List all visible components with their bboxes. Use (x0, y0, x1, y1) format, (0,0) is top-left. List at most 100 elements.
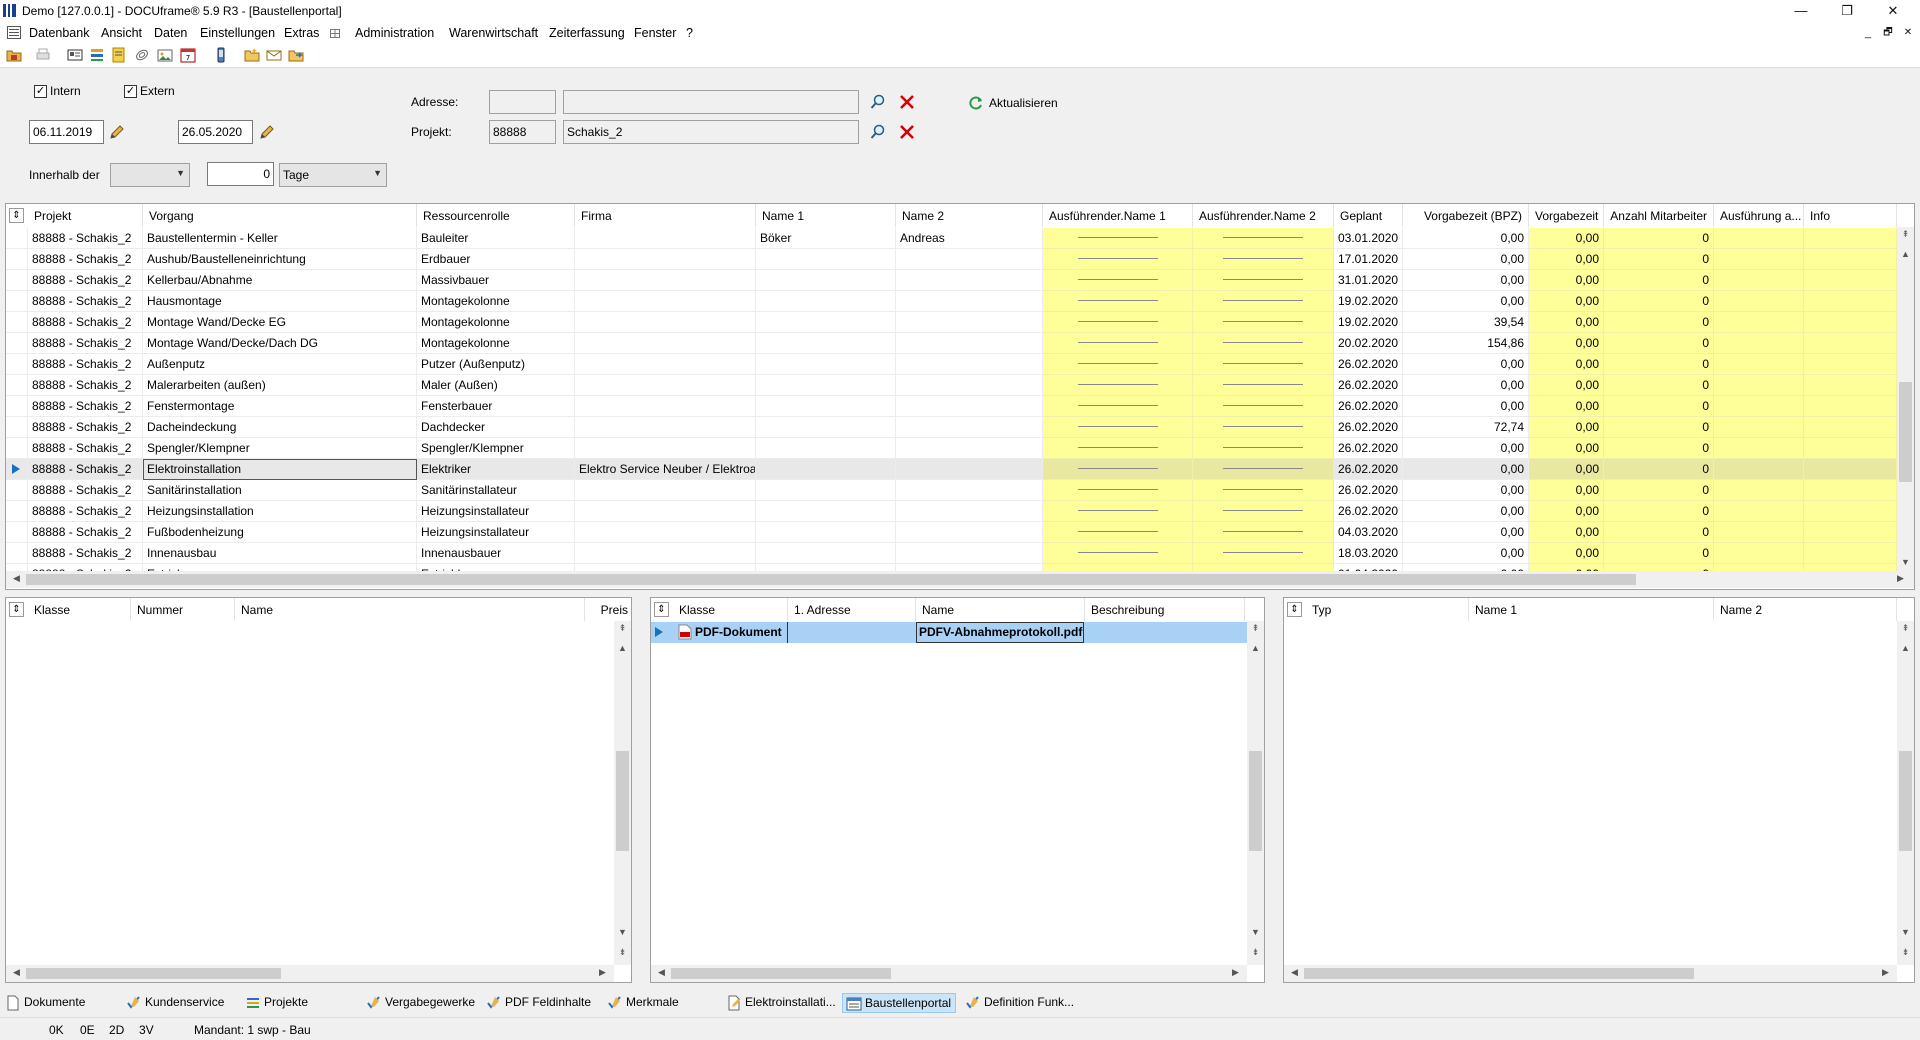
column-header-name[interactable]: Name (916, 598, 1085, 621)
column-header-vorgabe[interactable]: Vorgabezeit (1529, 204, 1604, 227)
print-icon[interactable] (35, 47, 51, 63)
row-indicator[interactable] (6, 354, 28, 375)
tab-merkmale[interactable]: Merkmale (604, 993, 683, 1013)
inner-restore-button[interactable]: 🗗 (1878, 22, 1898, 44)
row-indicator[interactable] (6, 270, 28, 291)
row-indicator[interactable] (6, 396, 28, 417)
delete-icon[interactable] (898, 93, 916, 111)
column-header-bpz[interactable]: Vorgabezeit (BPZ) (1403, 204, 1529, 227)
tab-definition-funk[interactable]: Definition Funk... (962, 993, 1078, 1013)
menu-daten[interactable]: Daten (154, 26, 187, 40)
tab-projekte[interactable]: Projekte (242, 993, 312, 1013)
column-header-beschreibung[interactable]: Beschreibung (1085, 598, 1245, 621)
column-header-klasse[interactable]: Klasse (673, 598, 788, 621)
horizontal-scrollbar[interactable]: ◀ ▶ (1284, 965, 1897, 982)
menu-einstellungen[interactable]: Einstellungen (200, 26, 275, 40)
address-number-field[interactable] (489, 90, 556, 114)
table-row[interactable]: 88888 - Schakis_2 Aushub/Baustelleneinric… (6, 249, 1897, 270)
row-indicator[interactable] (6, 291, 28, 312)
row-indicator[interactable] (6, 522, 28, 543)
column-header-firma[interactable]: Firma (575, 204, 756, 227)
column-header-info[interactable]: Info (1804, 204, 1897, 227)
within-period-dropdown[interactable]: ▼ (110, 163, 190, 187)
address-name-field[interactable] (563, 90, 859, 114)
horizontal-scrollbar[interactable]: ◀ ▶ (651, 965, 1247, 982)
date-from-field[interactable]: 06.11.2019 (29, 120, 104, 144)
row-indicator[interactable] (6, 417, 28, 438)
tab-dokumente[interactable]: Dokumente (2, 993, 89, 1013)
tab-baustellenportal[interactable]: Baustellenportal (842, 993, 957, 1013)
table-row[interactable]: PDF-Dokument PDFV-Abnahmeprotokoll.pdf (651, 622, 1247, 643)
minimize-button[interactable]: — (1778, 0, 1824, 22)
column-header-typ[interactable]: Typ (1306, 598, 1469, 621)
row-indicator[interactable] (6, 459, 28, 480)
row-indicator[interactable] (6, 543, 28, 564)
tab-kundenservice[interactable]: Kundenservice (123, 993, 228, 1013)
mail-icon[interactable] (266, 47, 282, 63)
within-unit-dropdown[interactable]: Tage ▼ (279, 163, 387, 187)
column-header-ausf1[interactable]: Ausführender.Name 1 (1043, 204, 1193, 227)
menu-grid-icon[interactable] (330, 29, 340, 38)
column-header-ausf2[interactable]: Ausführender.Name 2 (1193, 204, 1334, 227)
scroll-top-icon[interactable]: ⇞ (1897, 229, 1914, 240)
list-icon[interactable] (89, 47, 105, 63)
vertical-scrollbar[interactable]: ⇞ ▲ ▼ ⇟ (614, 621, 631, 965)
phone-icon[interactable] (213, 47, 229, 63)
scroll-down-icon[interactable]: ▼ (1897, 557, 1914, 567)
column-header-preis[interactable]: Preis (585, 598, 631, 621)
row-indicator[interactable] (6, 375, 28, 396)
tab-pdf-feldinhalte[interactable]: PDF Feldinhalte (483, 993, 595, 1013)
folder-open-icon[interactable] (6, 47, 22, 63)
within-value-field[interactable]: 0 (207, 162, 274, 186)
search-icon[interactable] (869, 123, 887, 141)
search-icon[interactable] (869, 93, 887, 111)
note-icon[interactable] (111, 47, 127, 63)
menu-warenwirtschaft[interactable]: Warenwirtschaft (449, 26, 538, 40)
column-header-name[interactable]: Name (235, 598, 585, 621)
table-row[interactable]: 88888 - Schakis_2 Fenstermontage Fensterba… (6, 396, 1897, 417)
menu-help[interactable]: ? (686, 26, 693, 40)
menu-ansicht[interactable]: Ansicht (101, 26, 142, 40)
menu-administration[interactable]: Administration (355, 26, 434, 40)
vertical-scrollbar[interactable]: ⇞ ▲ ▼ ⇟ (1247, 621, 1264, 965)
row-indicator[interactable] (6, 333, 28, 354)
pencil-icon[interactable] (108, 123, 126, 141)
column-header-adresse[interactable]: 1. Adresse (788, 598, 916, 621)
vertical-scrollbar[interactable]: ⇞ ▲ ▼ ⇟ (1897, 621, 1914, 965)
horizontal-scrollbar[interactable]: ◀ ▶ (6, 571, 1914, 588)
row-indicator[interactable] (6, 438, 28, 459)
intern-checkbox[interactable]: ✓ (34, 85, 47, 98)
column-chooser-icon[interactable]: ⇕ (9, 208, 24, 223)
menu-zeiterfassung[interactable]: Zeiterfassung (549, 26, 625, 40)
project-name-field[interactable]: Schakis_2 (563, 120, 859, 144)
tab-vergabegewerke[interactable]: Vergabegewerke (363, 993, 479, 1013)
table-row[interactable]: 88888 - Schakis_2 Elektroinstallation Elek… (6, 459, 1897, 480)
menu-fenster[interactable]: Fenster (634, 26, 676, 40)
calendar-icon[interactable]: 7 (180, 47, 196, 63)
export-icon[interactable] (288, 47, 304, 63)
column-header-projekt[interactable]: Projekt (28, 204, 143, 227)
tab-elektroinstallation[interactable]: Elektroinstallati... (723, 993, 840, 1013)
attach-icon[interactable] (134, 47, 150, 63)
column-header-name2[interactable]: Name 2 (1714, 598, 1897, 621)
folder-new-icon[interactable] (244, 47, 260, 63)
row-indicator[interactable] (6, 249, 28, 270)
table-row[interactable]: 88888 - Schakis_2 Hausmontage Montagekolon… (6, 291, 1897, 312)
row-indicator[interactable] (6, 480, 28, 501)
table-row[interactable]: 88888 - Schakis_2 Montage Wand/Decke EG Mo… (6, 312, 1897, 333)
table-row[interactable]: 88888 - Schakis_2 Montage Wand/Decke/Dach… (6, 333, 1897, 354)
column-header-klasse[interactable]: Klasse (28, 598, 131, 621)
date-to-field[interactable]: 26.05.2020 (178, 120, 253, 144)
scroll-thumb[interactable] (1899, 382, 1912, 482)
table-row[interactable]: 88888 - Schakis_2 Spengler/Klempner Spengl… (6, 438, 1897, 459)
table-row[interactable]: 88888 - Schakis_2 Innenausbau Innenausbaue… (6, 543, 1897, 564)
delete-icon[interactable] (898, 123, 916, 141)
horizontal-scrollbar[interactable]: ◀ ▶ (6, 965, 614, 982)
row-indicator[interactable] (6, 312, 28, 333)
scroll-thumb[interactable] (26, 574, 1636, 585)
column-header-geplant[interactable]: Geplant (1334, 204, 1403, 227)
column-header-name1[interactable]: Name 1 (1469, 598, 1714, 621)
scroll-up-icon[interactable]: ▲ (1897, 249, 1914, 259)
column-header-name2[interactable]: Name 2 (896, 204, 1043, 227)
table-row[interactable]: 88888 - Schakis_2 Malerarbeiten (außen) Ma… (6, 375, 1897, 396)
